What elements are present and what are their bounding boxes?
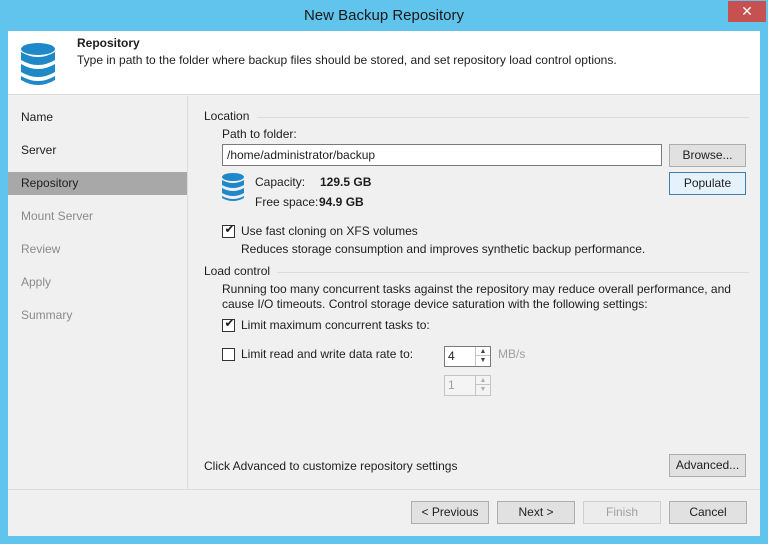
spin-down-icon: ▼ bbox=[479, 386, 487, 393]
close-button[interactable]: ✕ bbox=[728, 1, 766, 22]
page-description: Type in path to the folder where backup … bbox=[77, 53, 617, 67]
advanced-button[interactable]: Advanced... bbox=[669, 454, 746, 477]
load-control-section-label: Load control bbox=[204, 264, 271, 278]
browse-button[interactable]: Browse... bbox=[669, 144, 746, 167]
load-control-description-1: Running too many concurrent tasks agains… bbox=[222, 282, 731, 296]
advanced-hint: Click Advanced to customize repository s… bbox=[204, 459, 458, 473]
limit-tasks-value[interactable]: 4 bbox=[448, 349, 455, 363]
limit-tasks-checkbox[interactable]: ✔ bbox=[222, 316, 235, 332]
fast-clone-checkbox[interactable]: ✔ bbox=[222, 222, 235, 238]
checkmark-icon: ✔ bbox=[224, 316, 235, 330]
wizard-header: Repository Type in path to the folder wh… bbox=[8, 31, 760, 95]
wizard-window: New Backup Repository ✕ Repository Type … bbox=[0, 0, 768, 544]
rate-unit-label: MB/s bbox=[498, 347, 526, 361]
capacity-value: 129.5 GB bbox=[320, 175, 372, 189]
limit-rate-checkbox[interactable] bbox=[222, 348, 235, 361]
close-icon: ✕ bbox=[741, 3, 753, 19]
wizard-content: Location Path to folder: Browse... Popul… bbox=[189, 96, 760, 489]
next-button[interactable]: Next > bbox=[497, 501, 575, 524]
path-label: Path to folder: bbox=[222, 127, 297, 141]
page-title: Repository bbox=[77, 36, 140, 50]
wizard-steps: Name Server Repository Mount Server Revi… bbox=[8, 96, 188, 489]
free-space-label: Free space: bbox=[255, 195, 319, 209]
step-server[interactable]: Server bbox=[8, 139, 187, 162]
spin-up-icon[interactable]: ▲ bbox=[476, 347, 490, 356]
free-space-value: 94.9 GB bbox=[319, 195, 364, 209]
database-icon bbox=[21, 43, 55, 85]
limit-tasks-stepper[interactable]: 4 ▲ ▼ bbox=[444, 346, 491, 367]
spin-down-icon[interactable]: ▼ bbox=[476, 356, 490, 365]
limit-tasks-label[interactable]: Limit maximum concurrent tasks to: bbox=[241, 318, 430, 332]
limit-tasks-spin-buttons: ▲ ▼ bbox=[475, 347, 490, 366]
fast-clone-label[interactable]: Use fast cloning on XFS volumes bbox=[241, 224, 418, 238]
path-input[interactable] bbox=[222, 144, 662, 166]
step-review: Review bbox=[21, 242, 61, 256]
load-control-description-2: cause I/O timeouts. Control storage devi… bbox=[222, 297, 648, 311]
spin-up-icon: ▲ bbox=[476, 376, 490, 385]
step-summary: Summary bbox=[21, 308, 73, 322]
cancel-button[interactable]: Cancel bbox=[669, 501, 747, 524]
previous-button[interactable]: < Previous bbox=[411, 501, 489, 524]
finish-button: Finish bbox=[583, 501, 661, 524]
step-apply: Apply bbox=[21, 275, 52, 289]
location-section-label: Location bbox=[204, 109, 250, 123]
limit-rate-label[interactable]: Limit read and write data rate to: bbox=[241, 347, 413, 361]
title-bar[interactable]: New Backup Repository ✕ bbox=[0, 0, 768, 31]
step-name[interactable]: Name bbox=[8, 106, 187, 129]
limit-rate-value: 1 bbox=[448, 378, 455, 392]
fast-clone-description: Reduces storage consumption and improves… bbox=[241, 242, 646, 256]
checkmark-icon: ✔ bbox=[224, 222, 235, 236]
limit-rate-spin-buttons: ▲ ▼ bbox=[475, 376, 490, 395]
step-repository[interactable]: Repository bbox=[8, 172, 187, 195]
load-control-divider bbox=[277, 272, 749, 273]
limit-rate-stepper: 1 ▲ ▼ bbox=[444, 375, 491, 396]
populate-button[interactable]: Populate bbox=[669, 172, 746, 195]
window-title: New Backup Repository bbox=[303, 7, 465, 24]
wizard-footer: < Previous Next > Finish Cancel bbox=[8, 489, 760, 536]
wizard-client-area: Repository Type in path to the folder wh… bbox=[8, 31, 760, 536]
location-divider bbox=[257, 117, 749, 118]
step-mount-server: Mount Server bbox=[21, 209, 94, 223]
capacity-label: Capacity: bbox=[255, 175, 306, 189]
storage-icon bbox=[222, 173, 244, 201]
